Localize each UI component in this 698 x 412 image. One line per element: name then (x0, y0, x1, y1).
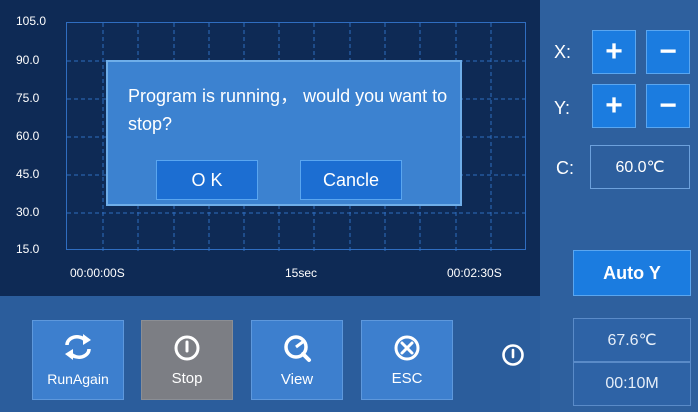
c-value-text: 60.0℃ (615, 159, 665, 176)
power-icon (174, 335, 200, 360)
power-icon[interactable] (501, 343, 525, 367)
y-tick-label: 90.0 (16, 53, 40, 67)
time-value: 00:10M (605, 375, 659, 392)
esc-button[interactable]: ESC (361, 320, 453, 400)
ok-button[interactable]: O K (156, 160, 258, 200)
time-readout: 00:10M (573, 362, 691, 406)
y-tick-label: 15.0 (16, 242, 40, 256)
stop-confirm-dialog: Program is running， would you want to st… (106, 60, 462, 206)
y-tick-label: 45.0 (16, 167, 40, 181)
c-label: C: (556, 158, 574, 178)
run-again-button[interactable]: RunAgain (32, 320, 124, 400)
dialog-message: Program is running， would you want to st… (128, 86, 448, 134)
cancel-button[interactable]: Cancle (300, 160, 402, 200)
y-zoom-in-button[interactable]: + (592, 84, 636, 128)
refresh-icon (65, 334, 91, 360)
view-button[interactable]: View (251, 320, 343, 400)
auto-y-button[interactable]: Auto Y (573, 250, 691, 296)
y-tick-label: 75.0 (16, 91, 40, 105)
temperature-value: 67.6℃ (607, 332, 657, 349)
c-value-field[interactable]: 60.0℃ (590, 145, 690, 189)
stop-button[interactable]: Stop (141, 320, 233, 400)
y-zoom-out-button[interactable]: − (646, 84, 690, 128)
y-tick-label: 60.0 (16, 129, 40, 143)
run-again-label: RunAgain (47, 371, 109, 387)
view-icon (284, 334, 311, 362)
y-tick-label: 105.0 (16, 14, 47, 28)
cancel-circle-icon (394, 335, 420, 360)
y-axis-label: Y: (554, 98, 571, 118)
x-tick-label: 00:02:30S (447, 266, 502, 280)
stop-label: Stop (171, 369, 203, 387)
x-zoom-out-button[interactable]: − (646, 30, 690, 74)
view-label: View (280, 370, 314, 388)
y-tick-label: 30.0 (16, 205, 40, 219)
temperature-readout: 67.6℃ (573, 318, 691, 362)
esc-label: ESC (391, 369, 423, 387)
x-axis-label: X: (554, 42, 572, 62)
x-tick-label: 00:00:00S (70, 266, 125, 280)
x-zoom-in-button[interactable]: + (592, 30, 636, 74)
x-tick-label: 15sec (285, 266, 318, 280)
